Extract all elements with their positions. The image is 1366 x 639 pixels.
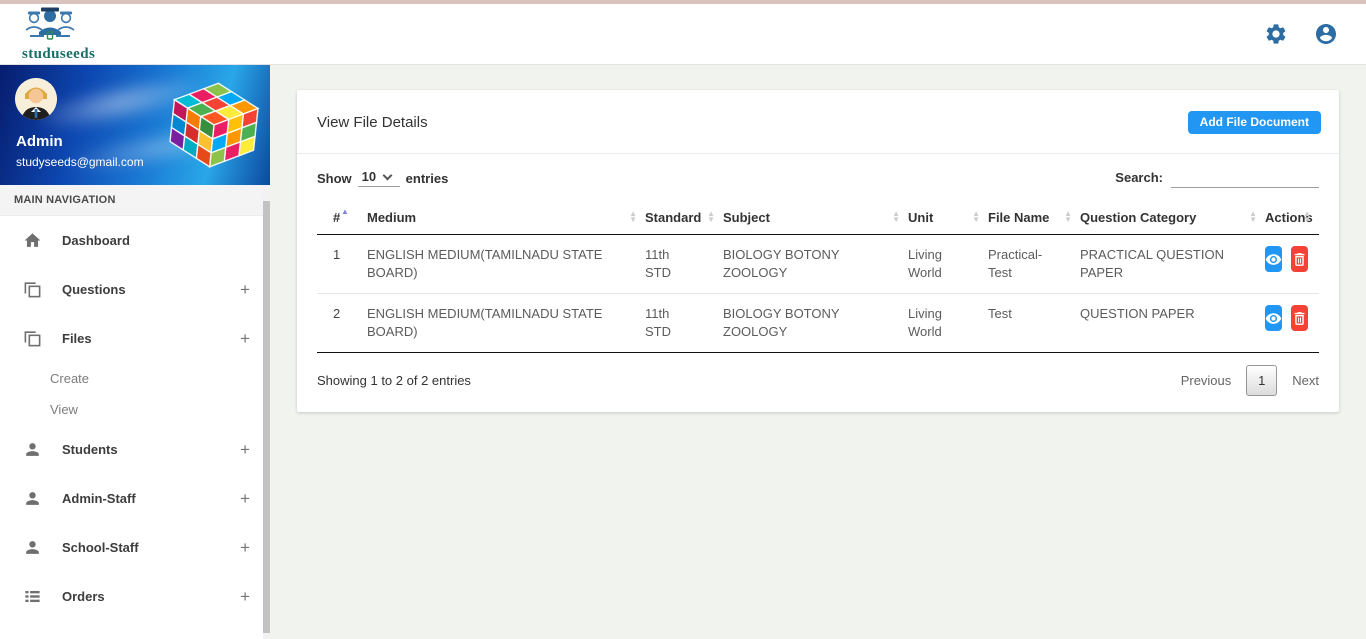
copy-icon (22, 329, 42, 349)
sort-icon: ▲▼ (972, 211, 980, 223)
sort-icon: ▲▼ (892, 211, 900, 223)
sidebar-profile-panel: Admin studyseeds@gmail.com (0, 65, 270, 185)
sidebar-item-dashboard[interactable]: Dashboard (0, 216, 270, 265)
sidebar-item-questions[interactable]: Questions + (0, 265, 270, 314)
nav-section-label: MAIN NAVIGATION (0, 185, 270, 216)
sidebar-scrollbar-thumb[interactable] (263, 201, 270, 633)
sort-icon: ▲▼ (1249, 211, 1257, 223)
column-header-subject[interactable]: Subject▲▼ (723, 202, 908, 235)
expand-plus-icon: + (240, 489, 250, 509)
table-row: 1 ENGLISH MEDIUM(TAMILNADU STATE BOARD) … (317, 235, 1319, 294)
trash-icon (1291, 251, 1308, 268)
eye-icon (1265, 251, 1282, 268)
sidebar-item-students[interactable]: Students + (0, 425, 270, 474)
table-row: 2 ENGLISH MEDIUM(TAMILNADU STATE BOARD) … (317, 294, 1319, 353)
expand-plus-icon: + (240, 538, 250, 558)
eye-icon (1265, 310, 1282, 327)
page-1-button[interactable]: 1 (1246, 365, 1277, 396)
expand-plus-icon: + (240, 440, 250, 460)
main-content: View File Details Add File Document Show… (270, 65, 1366, 639)
page-title: View File Details (317, 114, 428, 131)
search-label: Search: (1115, 170, 1163, 185)
sidebar-item-admin-staff[interactable]: Admin-Staff + (0, 474, 270, 523)
length-menu: Show 10 entries (317, 169, 448, 187)
column-header-question-category[interactable]: Question Category▲▼ (1080, 202, 1265, 235)
sidebar-item-files[interactable]: Files + (0, 314, 270, 363)
view-button[interactable] (1265, 305, 1282, 331)
search-input[interactable] (1171, 168, 1319, 188)
delete-button[interactable] (1291, 305, 1308, 331)
add-file-document-button[interactable]: Add File Document (1188, 111, 1321, 134)
admin-avatar (15, 78, 57, 120)
person-icon (22, 538, 42, 558)
pagination: Previous 1 Next (1181, 365, 1319, 396)
previous-page-button[interactable]: Previous (1181, 373, 1232, 388)
delete-button[interactable] (1291, 246, 1308, 272)
copy-icon (22, 280, 42, 300)
sidebar: Admin studyseeds@gmail.com MAIN NAVIGATI… (0, 65, 270, 639)
sidebar-subitem-view[interactable]: View (0, 394, 270, 425)
sidebar-item-school-staff[interactable]: School-Staff + (0, 523, 270, 572)
sort-icon: ▲▼ (707, 211, 715, 223)
person-icon (22, 440, 42, 460)
expand-plus-icon: + (240, 636, 250, 639)
sort-icon: ▲▼ (1303, 211, 1311, 223)
sidebar-item-settings[interactable]: Settings + (0, 621, 270, 639)
sort-icon: ▲▼ (1064, 211, 1072, 223)
account-circle-icon[interactable] (1314, 22, 1338, 46)
list-icon (22, 587, 42, 607)
expand-plus-icon: + (240, 329, 250, 349)
column-header-unit[interactable]: Unit▲▼ (908, 202, 988, 235)
expand-plus-icon: + (240, 587, 250, 607)
sort-asc-icon: ▲ (341, 207, 349, 216)
profile-name: Admin (16, 133, 63, 150)
logo[interactable]: studuseeds (0, 4, 270, 64)
view-file-details-card: View File Details Add File Document Show… (297, 90, 1339, 412)
settings-gear-icon[interactable] (1264, 22, 1288, 46)
view-button[interactable] (1265, 246, 1282, 272)
chevron-down-icon (383, 170, 393, 180)
column-header-standard[interactable]: Standard▲▼ (645, 202, 723, 235)
profile-email: studyseeds@gmail.com (16, 155, 144, 169)
file-details-table: #▲ Medium▲▼ Standard▲▼ Subject▲▼ Unit▲▼ … (317, 202, 1319, 353)
browser-progress-strip (0, 0, 1366, 4)
person-icon (22, 489, 42, 509)
column-header-actions[interactable]: Actions▲▼ (1265, 202, 1319, 235)
rubiks-cube-image (168, 77, 260, 178)
list-icon (22, 636, 42, 639)
sidebar-item-orders[interactable]: Orders + (0, 572, 270, 621)
trash-icon (1291, 310, 1308, 327)
logo-text: studuseeds (22, 46, 95, 63)
column-header-num[interactable]: #▲ (317, 202, 367, 235)
column-header-file-name[interactable]: File Name▲▼ (988, 202, 1080, 235)
expand-plus-icon: + (240, 280, 250, 300)
next-page-button[interactable]: Next (1292, 373, 1319, 388)
top-header: studuseeds (0, 4, 1366, 65)
sidebar-subitem-create[interactable]: Create (0, 363, 270, 394)
home-icon (22, 231, 42, 251)
column-header-medium[interactable]: Medium▲▼ (367, 202, 645, 235)
sort-icon: ▲▼ (629, 211, 637, 223)
sidebar-scrollbar[interactable] (263, 185, 270, 639)
table-info: Showing 1 to 2 of 2 entries (317, 373, 471, 388)
entries-select[interactable]: 10 (358, 169, 400, 187)
studuseeds-logo-icon (22, 5, 78, 48)
